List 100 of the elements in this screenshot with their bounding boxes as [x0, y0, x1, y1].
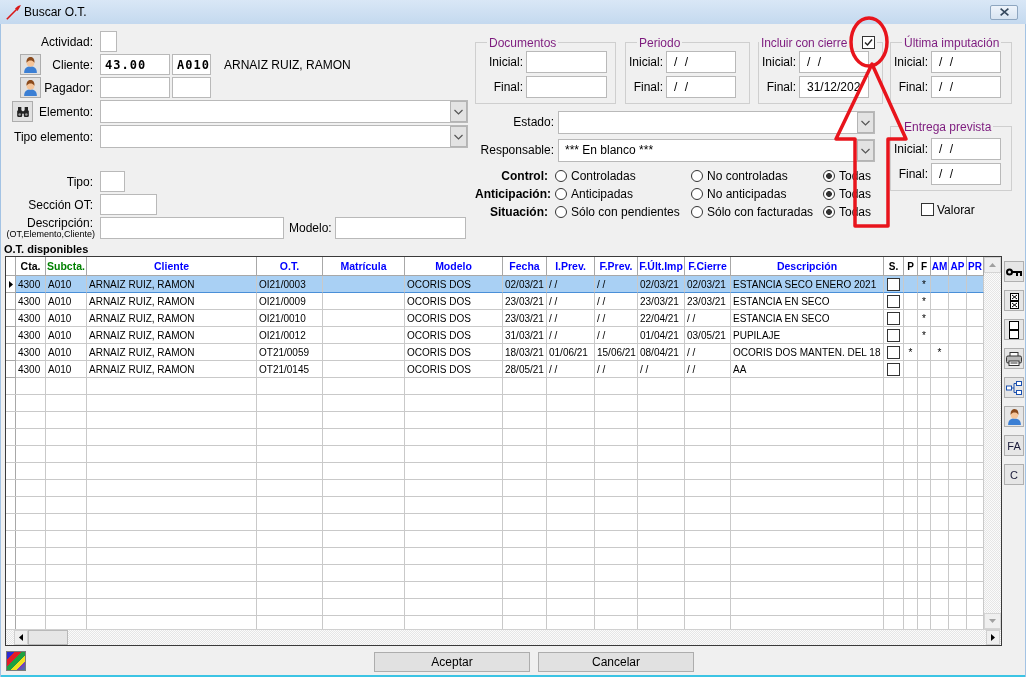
person-icon [24, 79, 37, 96]
column-header[interactable]: Cliente [87, 257, 257, 276]
radio-button[interactable] [691, 169, 703, 182]
input-field[interactable]: A010 [172, 54, 211, 75]
input-field[interactable] [100, 77, 170, 98]
checkbox[interactable] [921, 203, 934, 217]
input-field[interactable] [100, 171, 125, 192]
dialog-button[interactable]: Cancelar [538, 652, 694, 672]
column-header[interactable]: F [918, 257, 931, 276]
radio-button[interactable] [823, 187, 835, 200]
radio-label: Anticipadas [571, 186, 634, 201]
scroll-left-button[interactable] [14, 630, 28, 645]
chevron-down-icon[interactable] [857, 139, 874, 161]
row-pointer-icon [8, 280, 13, 288]
radio-button[interactable] [691, 187, 703, 200]
striped-tile-icon[interactable] [6, 651, 26, 671]
column-header[interactable]: F.Prev. [595, 257, 638, 276]
radio-button[interactable] [823, 169, 835, 182]
column-header[interactable]: I.Prev. [547, 257, 595, 276]
chevron-down-icon[interactable] [450, 101, 467, 122]
table-row[interactable]: 4300 A010 ARNAIZ RUIZ, RAMON OT21/0059 OCORIS DOS 18/03/21 01/06/21 15/06/21 08/04/21 / / OCORIS DOS MANTEN. DEL 18 * * [6, 344, 984, 361]
table-row[interactable]: 4300 A010 ARNAIZ RUIZ, RAMON OT21/0145 OCORIS DOS 28/05/21 / / / / / / / / AA [6, 361, 984, 378]
toolbar-button[interactable]: C [1004, 464, 1024, 485]
date-field[interactable]: / / [931, 50, 1001, 73]
column-header[interactable]: Descripción [731, 257, 884, 276]
table-row[interactable]: 4300 A010 ARNAIZ RUIZ, RAMON OI21/0003 OCORIS DOS 02/03/21 / / / / 02/03/21 02/03/21 ESTANCIA SECO ENERO 2021 * [6, 276, 984, 293]
checkbox[interactable] [887, 277, 900, 291]
input-field[interactable] [334, 217, 466, 239]
column-header[interactable]: O.T. [257, 257, 323, 276]
close-button[interactable] [990, 4, 1018, 20]
input-field[interactable] [100, 217, 284, 239]
field-label: Final: [633, 79, 663, 94]
toolbar-button[interactable]: FA [1004, 435, 1024, 456]
column-header[interactable]: Modelo [405, 257, 503, 276]
checkbox[interactable] [887, 328, 900, 342]
dropdown-field[interactable] [100, 125, 468, 148]
field-label: Final: [898, 79, 928, 94]
date-field[interactable] [526, 50, 607, 73]
dropdown-field[interactable]: *** En blanco *** [558, 138, 875, 162]
search-button[interactable] [12, 101, 33, 122]
field-label: Pagador: [44, 80, 93, 95]
diagonal-arrow-icon [6, 4, 21, 20]
column-header[interactable]: PR [967, 257, 984, 276]
date-field[interactable]: / / [931, 75, 1001, 98]
radio-button[interactable] [555, 169, 567, 182]
column-header[interactable]: Fecha [503, 257, 547, 276]
group-label: Situación: [489, 204, 548, 219]
radio-button[interactable] [555, 205, 567, 218]
table-row[interactable]: 4300 A010 ARNAIZ RUIZ, RAMON OI21/0009 OCORIS DOS 23/03/21 / / / / 23/03/21 23/03/21 ESTANCIA EN SECO * [6, 293, 984, 310]
lookup-button[interactable] [20, 54, 41, 75]
scroll-right-button[interactable] [986, 630, 1000, 645]
checkbox[interactable] [862, 36, 876, 50]
column-header[interactable]: Matrícula [323, 257, 405, 276]
date-field[interactable]: / / [931, 162, 1001, 185]
toolbar-button[interactable] [1004, 319, 1024, 340]
radio-button[interactable] [823, 205, 835, 218]
table-row[interactable]: 4300 A010 ARNAIZ RUIZ, RAMON OI21/0010 OCORIS DOS 23/03/21 / / / / 22/04/21 / / ESTANCIA EN SECO * [6, 310, 984, 327]
date-field[interactable]: 31/12/202 [799, 75, 869, 98]
checkbox[interactable] [887, 362, 900, 376]
toolbar-button[interactable] [1004, 261, 1024, 282]
lookup-button[interactable] [20, 77, 41, 98]
input-field[interactable]: 43.00 [100, 54, 170, 75]
date-field[interactable]: / / [931, 137, 1001, 160]
date-field[interactable]: / / [666, 50, 736, 73]
column-header[interactable]: S. [884, 257, 904, 276]
dropdown-field[interactable] [558, 110, 875, 134]
date-field[interactable]: / / [799, 50, 869, 73]
chevron-down-icon[interactable] [857, 111, 874, 133]
column-header[interactable]: AM [931, 257, 949, 276]
checkbox[interactable] [887, 294, 900, 308]
column-header[interactable]: P [904, 257, 918, 276]
group-title: Última imputación [904, 35, 1000, 50]
chevron-down-icon[interactable] [450, 126, 467, 147]
column-header[interactable]: F.Cierre [685, 257, 731, 276]
column-header[interactable]: Cta. [16, 257, 46, 276]
field-label: Tipo: [66, 174, 93, 189]
input-field[interactable] [100, 31, 117, 52]
column-header[interactable]: AP [949, 257, 967, 276]
radio-button[interactable] [555, 187, 567, 200]
input-field[interactable] [172, 77, 211, 98]
input-field[interactable] [100, 194, 157, 215]
checkbox[interactable] [887, 345, 900, 359]
field-label: Responsable: [479, 143, 554, 158]
column-header[interactable]: Subcta. [46, 257, 87, 276]
date-field[interactable] [526, 75, 607, 98]
dialog-button[interactable]: Aceptar [374, 652, 530, 672]
toolbar-button[interactable] [1004, 348, 1024, 369]
window-title: Buscar O.T. [24, 5, 87, 19]
column-header[interactable]: F.Últ.Imp [638, 257, 685, 276]
checkbox[interactable] [887, 311, 900, 325]
scrollbar-thumb[interactable] [28, 630, 68, 645]
horizontal-scrollbar[interactable] [6, 629, 1001, 645]
date-field[interactable]: / / [666, 75, 736, 98]
toolbar-button[interactable] [1004, 290, 1024, 311]
printer-icon [1006, 351, 1022, 366]
field-label: Estado: [512, 115, 554, 130]
dropdown-field[interactable] [100, 100, 468, 123]
table-row[interactable]: 4300 A010 ARNAIZ RUIZ, RAMON OI21/0012 OCORIS DOS 31/03/21 / / / / 01/04/21 03/05/21 PUPILAJE * [6, 327, 984, 344]
toolbar-button[interactable] [1004, 377, 1024, 398]
radio-button[interactable] [691, 205, 703, 218]
